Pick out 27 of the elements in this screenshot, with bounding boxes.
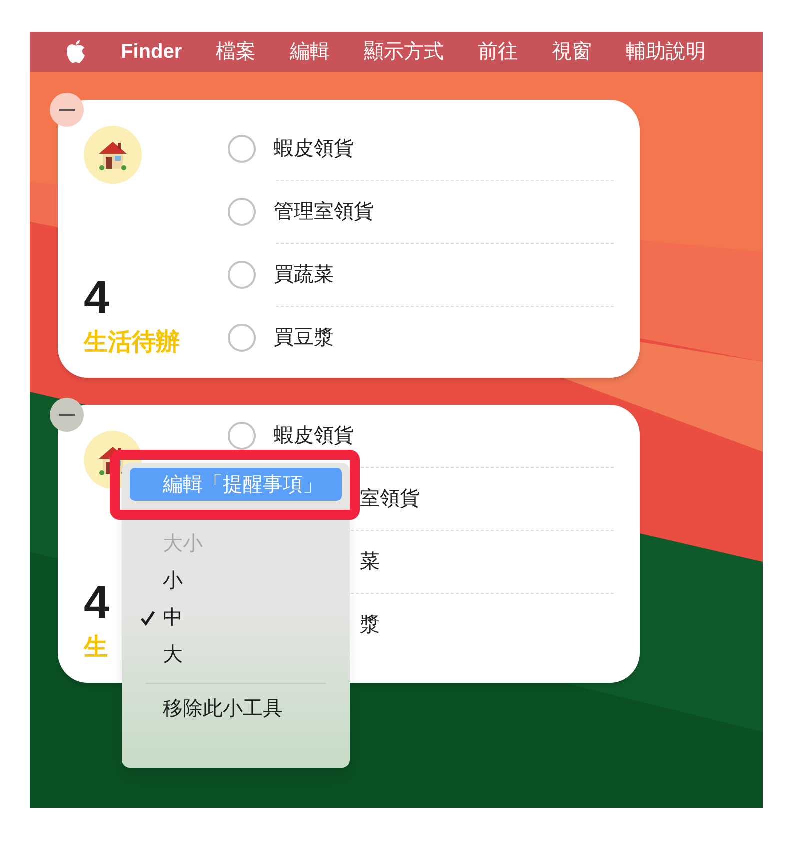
menu-bar-item[interactable]: 編輯 [290,37,330,67]
reminder-text: 管理室領貨 [274,200,374,225]
menu-item[interactable]: 小 [130,564,342,597]
menu-bar-item[interactable]: 輔助說明 [626,37,706,67]
menu-bar-item[interactable]: 視窗 [552,37,592,67]
reminder-text: 蝦皮領貨 [274,424,354,449]
menu-bar-item[interactable]: 前往 [478,37,518,67]
reminder-text: 菜 [360,550,380,575]
menu-bar-item[interactable]: 顯示方式 [364,37,444,67]
list-title: 生活待辦 [84,328,180,358]
apple-icon[interactable] [65,40,87,64]
reminder-count: 4 [84,579,110,625]
menu-item[interactable]: 大 [130,638,342,671]
reminder-text: 蝦皮領貨 [274,137,354,162]
menu-item[interactable]: 移除此小工具 [130,692,342,725]
menu-item[interactable]: 中 [130,601,342,634]
reminder-text: 室領貨 [360,487,420,512]
menu-bar-item[interactable]: 檔案 [216,37,256,67]
reminder-text: 買蔬菜 [274,263,334,288]
menu-header: 大小 [162,532,204,556]
list-title: 生 [84,633,108,663]
menu-item[interactable]: 編輯「提醒事項」 [130,468,342,501]
reminder-text: 漿 [360,613,380,638]
reminder-text: 買豆漿 [274,326,334,351]
reminder-count: 4 [84,274,110,320]
menu-bar-item[interactable]: Finder [121,37,182,67]
checkmark-icon [140,610,156,626]
